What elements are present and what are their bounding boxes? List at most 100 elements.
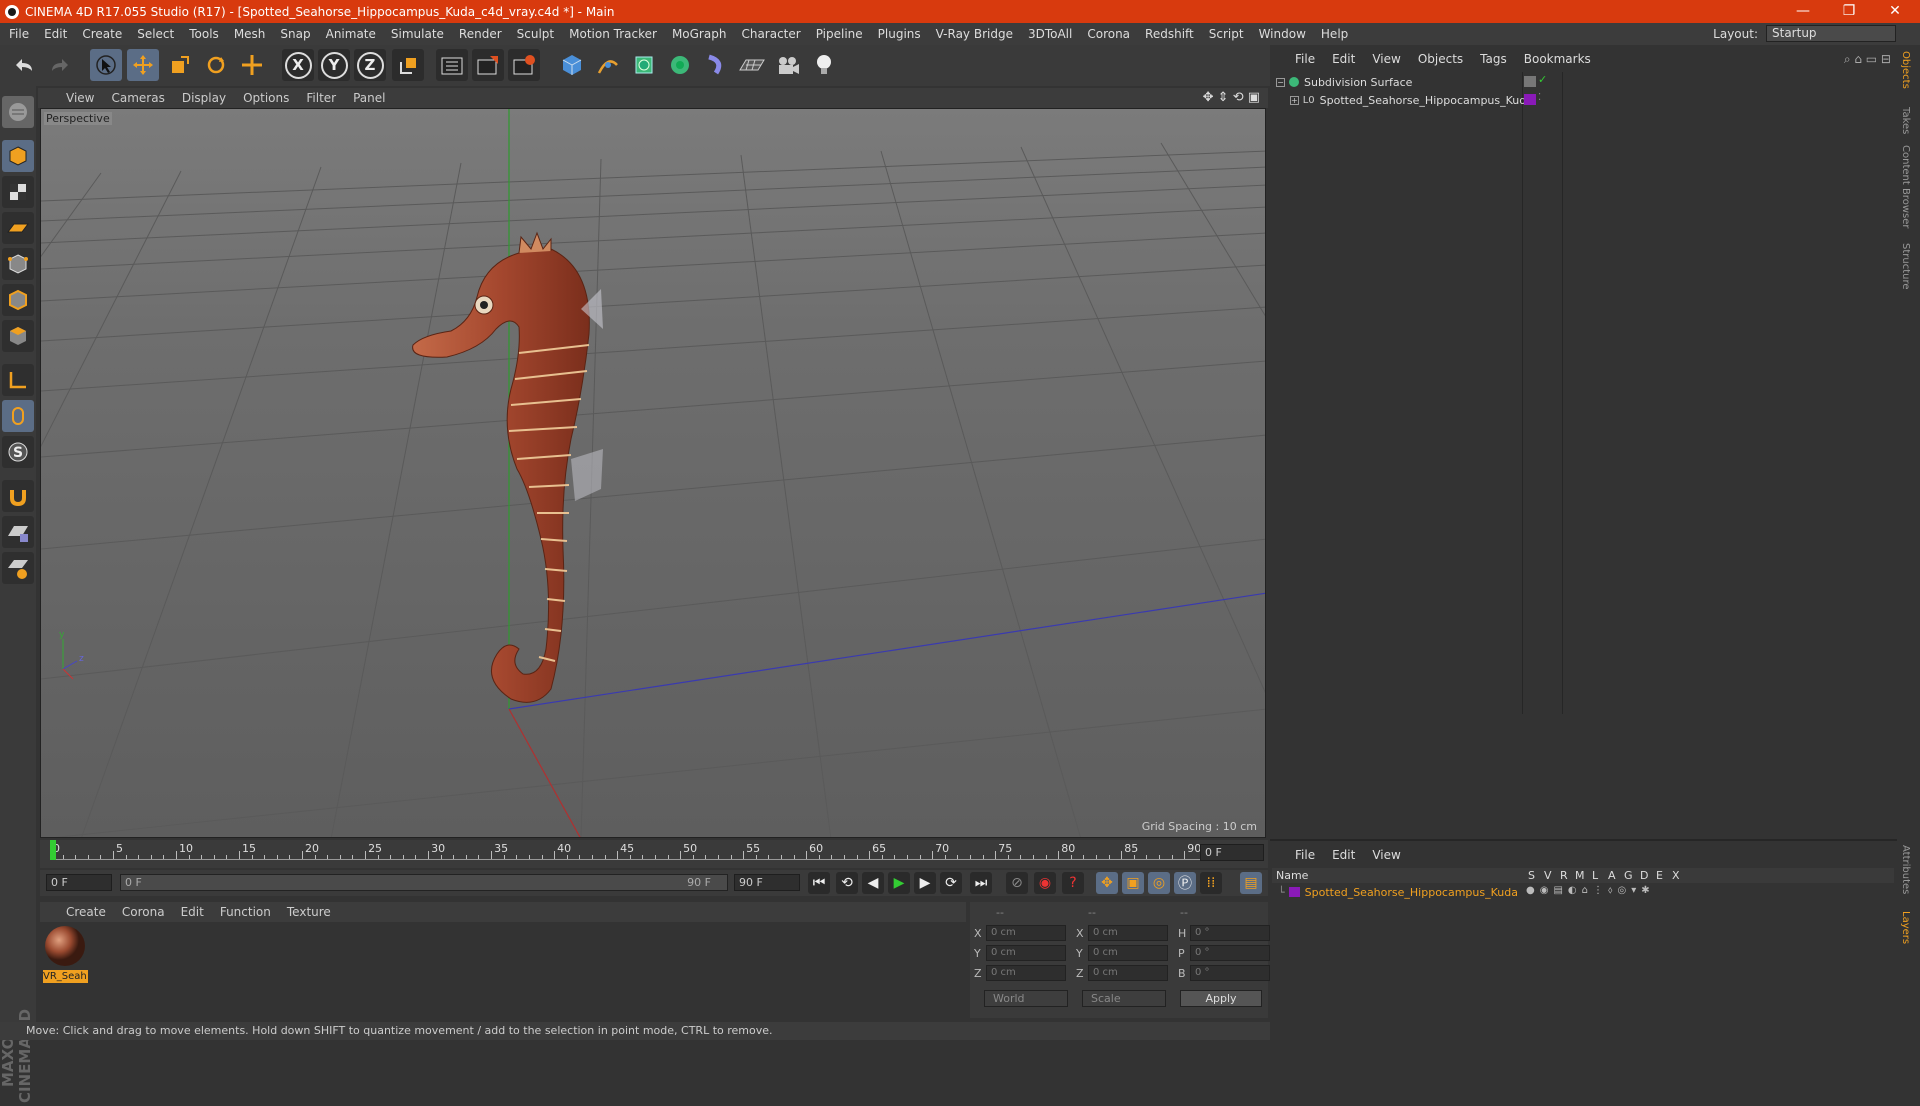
next-key-icon[interactable]: ⟳	[940, 872, 962, 894]
live-select-icon[interactable]	[236, 49, 268, 81]
magnet-icon[interactable]	[2, 480, 34, 512]
layers-menu-view[interactable]: View	[1372, 848, 1400, 862]
layer-col-manager[interactable]: M	[1575, 869, 1585, 882]
timeline-ruler[interactable]: 0 5 10 15 20 25 30 35 40 45 50 55 60 65 70 75 80 85 90 0 F	[40, 840, 1268, 868]
object-manager-tool-icons[interactable]: ⌕ ⌂ ▭ ⊟	[1844, 52, 1891, 67]
close-button[interactable]: ✕	[1872, 0, 1918, 23]
rotation-b-field[interactable]: 0 °	[1190, 965, 1270, 981]
camera-icon[interactable]	[772, 49, 804, 81]
texture-mode-icon[interactable]	[2, 176, 34, 208]
menu-redshift[interactable]: Redshift	[1145, 27, 1194, 41]
objects-menu-tags[interactable]: Tags	[1480, 52, 1507, 66]
enabled-check-icon[interactable]: ✓	[1538, 73, 1547, 86]
autokey-icon[interactable]: ?	[1062, 872, 1084, 894]
key-rotation-icon[interactable]: ◎	[1148, 872, 1170, 894]
menu-plugins[interactable]: Plugins	[878, 27, 921, 41]
deformer-icon[interactable]	[700, 49, 732, 81]
playhead-marker[interactable]	[50, 840, 56, 860]
side-tab-attributes[interactable]: Attributes	[1900, 845, 1911, 894]
scale-dropdown[interactable]: Scale	[1082, 990, 1166, 1007]
points-mode-icon[interactable]	[2, 248, 34, 280]
menu-simulate[interactable]: Simulate	[391, 27, 444, 41]
go-to-start-icon[interactable]: ⏮	[808, 872, 830, 894]
side-tab-objects[interactable]: Objects	[1900, 51, 1911, 89]
previous-frame-icon[interactable]: ◀	[862, 872, 884, 894]
redo-icon[interactable]	[44, 49, 76, 81]
layer-col-locked[interactable]: L	[1592, 869, 1598, 882]
menu-edit[interactable]: Edit	[44, 27, 67, 41]
model-mode-icon[interactable]	[2, 140, 34, 172]
render-settings-icon[interactable]	[508, 49, 540, 81]
layer-col-xref[interactable]: X	[1672, 869, 1680, 882]
floor-object-icon[interactable]	[736, 49, 768, 81]
move-tool-icon[interactable]	[127, 49, 159, 81]
restore-button[interactable]: ❐	[1826, 0, 1872, 23]
menu-mesh[interactable]: Mesh	[234, 27, 266, 41]
select-tool-icon[interactable]	[90, 49, 122, 81]
menu-motion-tracker[interactable]: Motion Tracker	[569, 27, 657, 41]
layer-tag-icon[interactable]	[1524, 76, 1536, 87]
tweak-mode-icon[interactable]	[2, 400, 34, 432]
timeline-window-icon[interactable]: ▤	[1240, 872, 1262, 894]
menu-render[interactable]: Render	[459, 27, 502, 41]
render-view-icon[interactable]	[436, 49, 468, 81]
menu-help[interactable]: Help	[1321, 27, 1348, 41]
side-tab-layers[interactable]: Layers	[1900, 911, 1911, 944]
viewport-menu-options[interactable]: Options	[243, 91, 289, 105]
expand-toggle-icon[interactable]: +	[1290, 95, 1299, 105]
lock-x-axis-button[interactable]: X	[282, 49, 314, 81]
menu-window[interactable]: Window	[1259, 27, 1306, 41]
size-x-field[interactable]: 0 cm	[1088, 925, 1168, 941]
workplane-align-icon[interactable]	[2, 552, 34, 584]
object-row-subdivision[interactable]: − Subdivision Surface	[1276, 74, 1522, 90]
light-icon[interactable]	[808, 49, 840, 81]
menu-select[interactable]: Select	[137, 27, 174, 41]
layer-color-swatch[interactable]	[1288, 887, 1300, 897]
undo-icon[interactable]	[8, 49, 40, 81]
viewport-menu-display[interactable]: Display	[182, 91, 226, 105]
play-icon[interactable]: ▶	[888, 872, 910, 894]
layout-dropdown[interactable]: Startup	[1766, 25, 1896, 42]
workplane-lock-icon[interactable]	[2, 516, 34, 548]
menu-character[interactable]: Character	[741, 27, 800, 41]
menu-script[interactable]: Script	[1209, 27, 1244, 41]
workplane-mode-icon[interactable]	[2, 212, 34, 244]
visibility-dots-icon[interactable]: ⁚	[1538, 92, 1541, 103]
key-position-icon[interactable]: ✥	[1096, 872, 1118, 894]
key-pla-icon[interactable]: ⁞⁞	[1200, 872, 1222, 894]
viewport-menu-filter[interactable]: Filter	[306, 91, 336, 105]
menu-mograph[interactable]: MoGraph	[672, 27, 727, 41]
preview-range-slider[interactable]: 0 F 90 F	[120, 874, 728, 891]
layer-col-view[interactable]: V	[1544, 869, 1552, 882]
layer-color-icon[interactable]	[1524, 94, 1536, 105]
objects-menu-objects[interactable]: Objects	[1418, 52, 1463, 66]
menu-file[interactable]: File	[9, 27, 29, 41]
material-menu-texture[interactable]: Texture	[287, 905, 331, 919]
record-icon[interactable]: ◉	[1034, 872, 1056, 894]
position-x-field[interactable]: 0 cm	[986, 925, 1066, 941]
lock-y-axis-button[interactable]: Y	[318, 49, 350, 81]
viewport-menu-panel[interactable]: Panel	[353, 91, 385, 105]
layer-col-generators[interactable]: G	[1624, 869, 1633, 882]
snap-icon[interactable]: S	[2, 436, 34, 468]
size-z-field[interactable]: 0 cm	[1088, 965, 1168, 981]
object-row-seahorse[interactable]: + L0 Spotted_Seahorse_Hippocampus_Kuda	[1290, 92, 1533, 108]
layer-col-animation[interactable]: A	[1608, 869, 1616, 882]
objects-menu-file[interactable]: File	[1295, 52, 1315, 66]
apply-button[interactable]: Apply	[1180, 990, 1262, 1007]
objects-menu-edit[interactable]: Edit	[1332, 52, 1355, 66]
layer-col-render[interactable]: R	[1560, 869, 1568, 882]
material-menu-create[interactable]: Create	[66, 905, 106, 919]
menu-create[interactable]: Create	[82, 27, 122, 41]
go-to-end-icon[interactable]: ⏭	[970, 872, 992, 894]
rotate-tool-icon[interactable]	[200, 49, 232, 81]
menu-tools[interactable]: Tools	[189, 27, 219, 41]
layers-menu-file[interactable]: File	[1295, 848, 1315, 862]
viewport-nav-icons[interactable]: ✥ ⇕ ⟲ ▣	[1203, 90, 1260, 105]
layer-flag-icons[interactable]: ●◉▤◐⌂⋮⬨◎▾✱	[1526, 885, 1655, 896]
minimize-button[interactable]: —	[1780, 0, 1826, 23]
collapse-toggle-icon[interactable]: −	[1276, 77, 1285, 87]
edges-mode-icon[interactable]	[2, 284, 34, 316]
rotation-h-field[interactable]: 0 °	[1190, 925, 1270, 941]
menu-animate[interactable]: Animate	[326, 27, 376, 41]
